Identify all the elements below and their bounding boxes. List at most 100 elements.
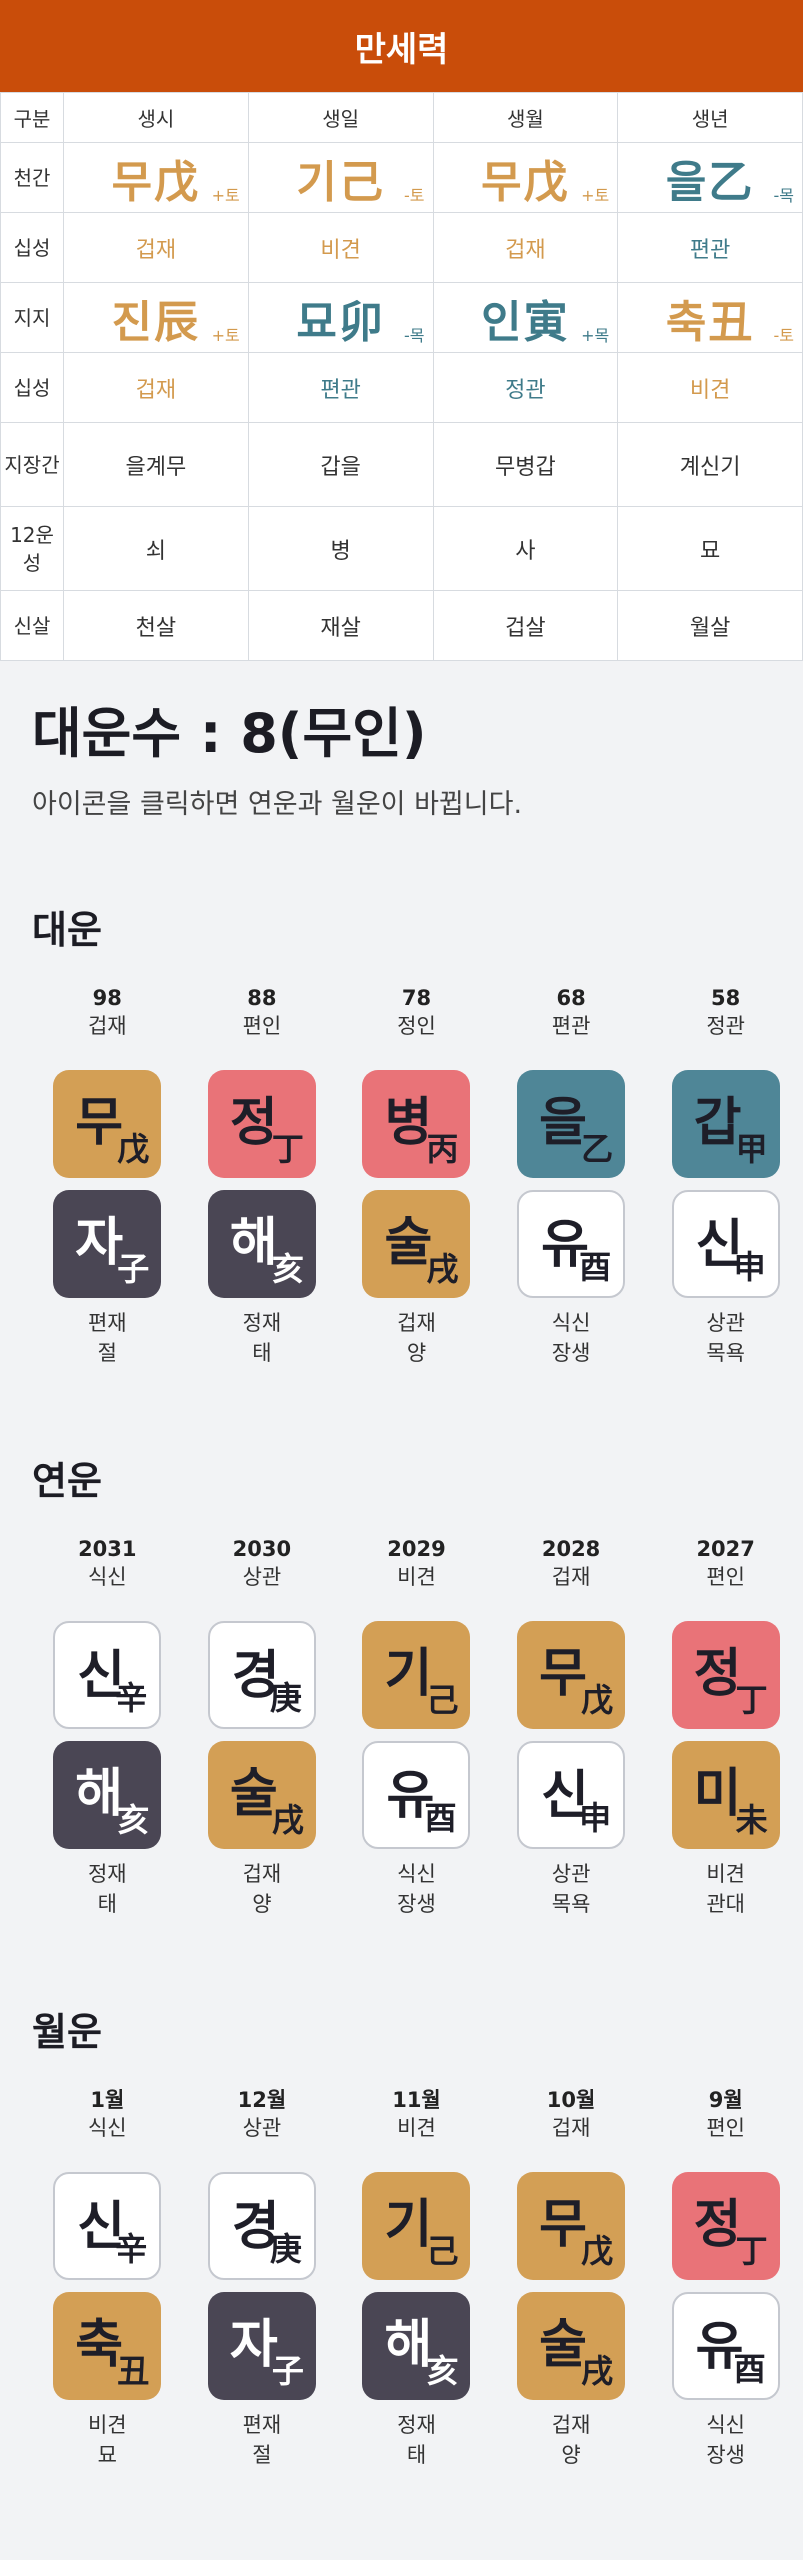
- branch-tile-button[interactable]: 신申: [671, 1190, 780, 1298]
- stem-tile-button[interactable]: 신辛: [53, 1621, 162, 1729]
- stem-tile-button[interactable]: 경庚: [207, 2172, 316, 2280]
- luck-ten-god: 정인: [397, 1014, 436, 1038]
- tile-hanja: 己: [426, 1681, 459, 1719]
- pillar-char: 인寅: [481, 296, 570, 348]
- ten-god-cell: 겁재: [63, 352, 249, 423]
- element-sign: -토: [404, 186, 425, 205]
- luck-bottom-text: 겁재양: [397, 1308, 436, 1368]
- luck-bottom-text: 상관 목욕: [552, 1859, 591, 1919]
- branch-tile-button[interactable]: 술戌: [362, 1190, 471, 1298]
- luck-bottom-text: 식신 장생: [397, 1859, 436, 1919]
- pillar-char: 축丑: [665, 296, 755, 348]
- branch-tile-button[interactable]: 자子: [207, 2292, 316, 2400]
- luck-period: 68: [556, 986, 586, 1010]
- luck-bottom-text: 식신 장생: [706, 2410, 745, 2470]
- luck-twelve-stage: 양: [561, 2443, 581, 2467]
- tile-hanja: 戌: [271, 1801, 304, 1839]
- pillar-char: 진辰: [111, 296, 201, 348]
- tile-hanja: 戌: [581, 2352, 614, 2390]
- luck-column: 9월 편인 정 丁 유 酉 식신 장생: [648, 2086, 803, 2470]
- luck-column: 1월 식신 신 辛 축 丑 비견 묘: [30, 2086, 185, 2470]
- element-sign: +토: [211, 326, 240, 345]
- stem-tile-button[interactable]: 기己: [362, 2172, 471, 2280]
- luck-branch-ten-god: 겁재: [551, 2413, 591, 2437]
- stem-tile-button[interactable]: 갑甲: [671, 1070, 780, 1178]
- branch-tile-button[interactable]: 해亥: [362, 2292, 471, 2400]
- branch-tile-button[interactable]: 미未: [671, 1741, 780, 1849]
- tile-hanja: 己: [426, 2232, 459, 2270]
- tile-hanja: 未: [735, 1801, 768, 1839]
- header-year: 생년: [617, 92, 803, 143]
- pillar-cell: 기己 -토: [247, 142, 434, 213]
- luck-bottom-text: 겁재 양: [243, 1859, 282, 1919]
- branch-tile-button[interactable]: 신申: [517, 1741, 626, 1849]
- luck-column: 68 편관 을 乙 유 酉 식신 장생: [494, 984, 649, 1368]
- stem-tile-button[interactable]: 정丁: [671, 2172, 780, 2280]
- stem-tile-button[interactable]: 정丁: [207, 1070, 316, 1178]
- header-hour: 생시: [63, 92, 249, 143]
- branch-tile-button[interactable]: 술戌: [517, 2292, 626, 2400]
- pillar-char: 기己: [296, 156, 385, 208]
- luck-period: 98: [92, 986, 122, 1010]
- luck-section: 연운 2031 식신 신 辛 해 亥 정재 태 2030 상관 경 庚 술 戌 겁재 양 2029 비견 기 己 유 酉 식신…: [0, 1450, 803, 1919]
- luck-branch-ten-god: 비견: [87, 2413, 127, 2437]
- tile-hanja: 子: [117, 1250, 150, 1288]
- luck-column: 88 편인 정 丁 해 亥 정재 태: [185, 984, 340, 1368]
- branch-tile-button[interactable]: 축丑: [53, 2292, 162, 2400]
- info-cell: 갑을: [247, 422, 434, 507]
- table-row: 지장간 을계무 갑을 무병갑 계신기: [0, 422, 803, 507]
- luck-column: 58 정관 갑 甲 신 申 상관 목욕: [648, 984, 803, 1368]
- tile-hangul: 기: [384, 1644, 433, 1704]
- tile-hanja: 酉: [424, 1799, 457, 1837]
- row-label: 12운성: [0, 506, 64, 591]
- tile-hangul: 자: [75, 1213, 124, 1273]
- info-cell: 을계무: [63, 422, 249, 507]
- branch-tile-button[interactable]: 술戌: [207, 1741, 316, 1849]
- tile-hangul: 갑: [693, 1093, 742, 1153]
- stem-tile-button[interactable]: 무戊: [53, 1070, 162, 1178]
- branch-tile-button[interactable]: 유酉: [517, 1190, 626, 1298]
- section-title: 월운: [32, 2010, 102, 2054]
- tile-hangul: 무: [539, 1644, 587, 1704]
- luck-branch-ten-god: 겁재: [397, 1311, 436, 1335]
- branch-tile-button[interactable]: 유酉: [362, 1741, 471, 1849]
- table-row: 천간 무戊 +토 기己 -토 무戊 +토 을乙 -목: [0, 142, 803, 213]
- luck-branch-ten-god: 비견: [706, 1862, 745, 1886]
- ten-god-cell: 정관: [432, 352, 619, 423]
- stem-tile-button[interactable]: 경庚: [207, 1621, 316, 1729]
- saju-table: 구분 생시 생일 생월 생년 천간 무戊 +토 기己 -토 무戊 +토 을乙 -목 십성 겁재 비견 겁…: [0, 92, 803, 661]
- tile-hanja: 辛: [115, 1679, 148, 1717]
- luck-period: 10월: [546, 2088, 596, 2112]
- tile-hangul: 정: [693, 2195, 742, 2255]
- stem-tile-button[interactable]: 정丁: [671, 1621, 780, 1729]
- stem-tile-button[interactable]: 을乙: [517, 1070, 626, 1178]
- luck-branch-ten-god: 식신: [397, 1862, 436, 1886]
- branch-tile-button[interactable]: 해亥: [207, 1190, 316, 1298]
- branch-tile-button[interactable]: 해亥: [53, 1741, 162, 1849]
- info-cell: 겁살: [432, 590, 619, 661]
- stem-tile-button[interactable]: 무戊: [517, 2172, 626, 2280]
- luck-column: 12월 상관 경 庚 자 子 편재 절: [185, 2086, 340, 2470]
- tile-hanja: 亥: [426, 2352, 459, 2390]
- stem-tile-button[interactable]: 신辛: [53, 2172, 162, 2280]
- table-row: 12운성 쇠 병 사 묘: [0, 506, 803, 591]
- luck-twelve-stage: 양: [406, 1341, 427, 1365]
- element-sign: -목: [404, 326, 425, 345]
- branch-tile-button[interactable]: 유酉: [671, 2292, 780, 2400]
- luck-branch-ten-god: 겁재: [242, 1862, 282, 1886]
- luck-period: 2029: [387, 1537, 446, 1561]
- info-cell: 무병갑: [432, 422, 619, 507]
- luck-bottom-text: 비견 관대: [706, 1859, 745, 1919]
- luck-ten-god: 편인: [242, 1014, 282, 1038]
- tile-hangul: 축: [75, 2315, 124, 2375]
- tile-hanja: 戊: [581, 2232, 614, 2270]
- ten-god-cell: 편관: [617, 212, 803, 283]
- luck-period: 2031: [78, 1537, 137, 1561]
- stem-tile-button[interactable]: 무戊: [517, 1621, 626, 1729]
- tile-hanja: 戌: [426, 1250, 459, 1288]
- hint-text: 아이콘을 클릭하면 연운과 월운이 바뀝니다.: [32, 789, 523, 820]
- stem-tile-button[interactable]: 기己: [362, 1621, 471, 1729]
- luck-twelve-stage: 태: [406, 2443, 427, 2467]
- branch-tile-button[interactable]: 자子: [53, 1190, 162, 1298]
- stem-tile-button[interactable]: 병丙: [362, 1070, 471, 1178]
